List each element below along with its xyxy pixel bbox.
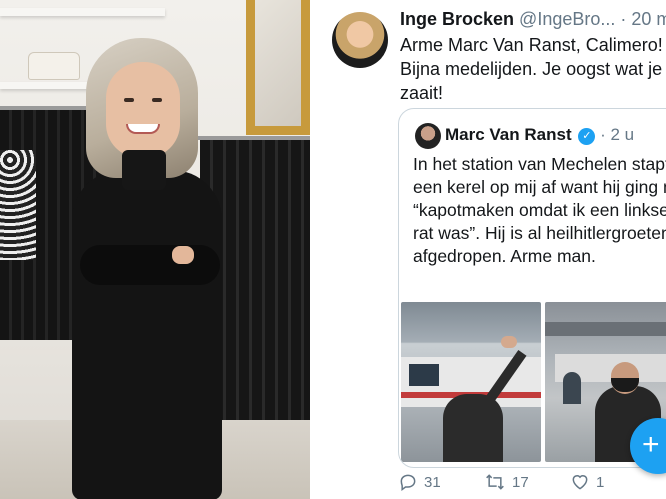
author-handle[interactable]: @IngeBro... xyxy=(519,9,615,29)
retweet-button[interactable]: 17 xyxy=(484,472,529,492)
person-face xyxy=(106,62,180,158)
quoted-author-avatar[interactable] xyxy=(415,123,441,149)
verified-badge-icon: ✓ xyxy=(578,128,596,145)
reply-count: 31 xyxy=(424,473,441,491)
tweet-timestamp[interactable]: 20 m xyxy=(631,9,666,29)
tweet-header: Inge Brocken @IngeBro... · 20 m xyxy=(400,9,666,30)
handbag xyxy=(28,52,80,80)
like-count: 1 xyxy=(596,473,605,491)
person-hand xyxy=(172,246,194,264)
person-eye xyxy=(152,98,162,102)
person-eye xyxy=(124,98,134,102)
train-window xyxy=(409,364,439,386)
reply-icon xyxy=(400,474,416,491)
raised-hand xyxy=(501,336,517,348)
like-button[interactable]: 1 xyxy=(570,472,604,492)
crossed-arms xyxy=(80,245,220,285)
gold-mirror xyxy=(246,0,310,135)
turtleneck xyxy=(122,150,166,190)
retweet-icon xyxy=(486,474,504,490)
quoted-author-name[interactable]: Marc Van Ranst xyxy=(445,125,572,144)
quoted-media-image-1[interactable] xyxy=(401,302,541,462)
wall-shelf xyxy=(0,82,95,89)
retweet-count: 17 xyxy=(512,473,529,491)
separator-dot: · xyxy=(600,125,606,144)
heart-icon xyxy=(572,475,588,490)
background-person xyxy=(563,372,581,404)
platform-roof xyxy=(545,322,666,336)
person xyxy=(443,394,503,462)
compose-icon: + xyxy=(642,428,660,461)
quoted-tweet[interactable]: Marc Van Ranst ✓ · 2 u In het station va… xyxy=(398,108,666,468)
wall-shelf xyxy=(0,8,165,16)
quoted-tweet-text: In het station van Mechelen stapte een k… xyxy=(413,154,666,266)
patterned-garment xyxy=(0,150,36,260)
separator-dot: · xyxy=(620,9,627,29)
person-body xyxy=(72,170,222,499)
author-avatar[interactable] xyxy=(332,12,388,68)
tweet-card[interactable]: Inge Brocken @IngeBro... · 20 m Arme Mar… xyxy=(310,0,666,499)
reply-button[interactable]: 31 xyxy=(398,472,441,492)
quoted-tweet-timestamp[interactable]: 2 u xyxy=(610,125,634,144)
quoted-tweet-header: Marc Van Ranst ✓ · 2 u xyxy=(445,125,634,145)
tweet-text: Arme Marc Van Ranst, Calimero! Bijna med… xyxy=(400,35,663,103)
left-photo xyxy=(0,0,310,499)
author-name[interactable]: Inge Brocken xyxy=(400,9,514,29)
person-smile xyxy=(126,124,160,134)
tweet-actions: 31 17 1 xyxy=(398,470,666,496)
